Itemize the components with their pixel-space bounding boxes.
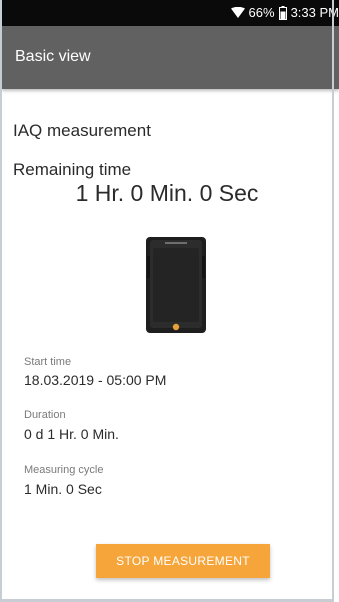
stop-measurement-button[interactable]: STOP MEASUREMENT xyxy=(96,544,270,578)
start-time-value: 18.03.2019 - 05:00 PM xyxy=(24,372,167,388)
status-bar: 66% 3:33 PM xyxy=(2,0,339,26)
right-border xyxy=(332,0,334,602)
start-time-label: Start time xyxy=(24,356,72,368)
measuring-device-image xyxy=(145,236,207,334)
wifi-icon xyxy=(230,6,245,19)
duration-value: 0 d 1 Hr. 0 Min. xyxy=(24,426,119,442)
measuring-cycle-label: Measuring cycle xyxy=(24,464,104,476)
status-indicators: 66% 3:33 PM xyxy=(230,5,339,20)
duration-label: Duration xyxy=(24,409,66,421)
battery-percent: 66% xyxy=(248,5,275,20)
left-border xyxy=(0,0,2,602)
app-bar: Basic view xyxy=(2,26,339,89)
measurement-title: IAQ measurement xyxy=(13,121,151,140)
app-screen: 66% 3:33 PM Basic view IAQ measurement R… xyxy=(0,0,339,602)
app-bar-title: Basic view xyxy=(15,48,91,65)
measuring-cycle-value: 1 Min. 0 Sec xyxy=(24,481,102,497)
battery-icon xyxy=(278,5,287,20)
device-led-icon xyxy=(172,323,180,331)
remaining-time-label: Remaining time xyxy=(13,160,132,179)
remaining-time-value: 1 Hr. 0 Min. 0 Sec xyxy=(75,180,259,206)
